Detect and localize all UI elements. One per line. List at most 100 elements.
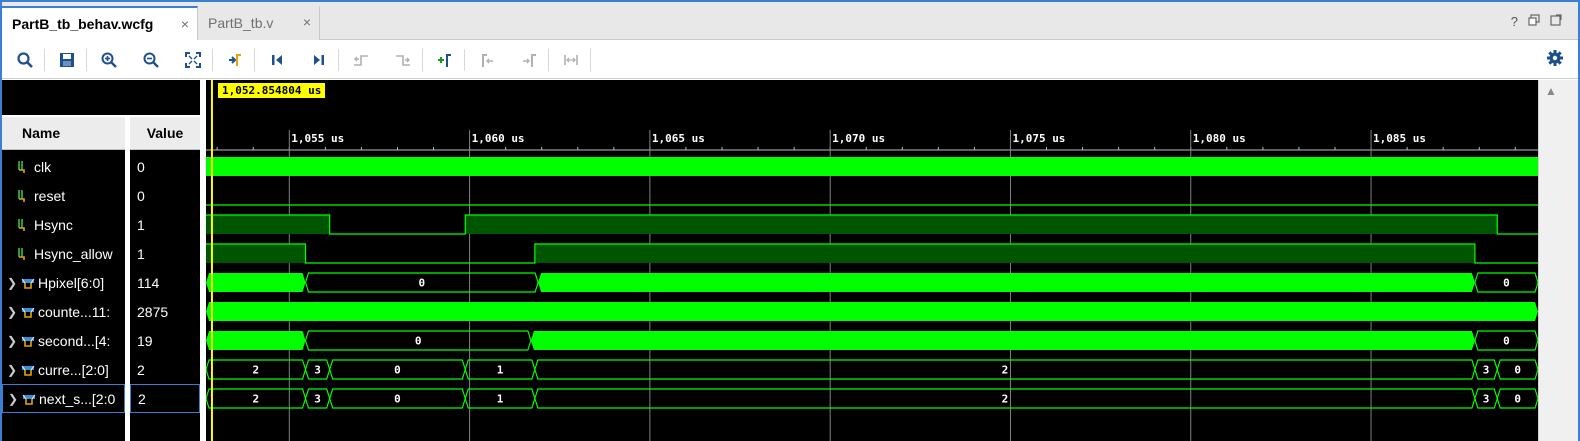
- bus-value-label: 2: [252, 364, 259, 377]
- cursor-time-label: 1,052.854804 us: [218, 83, 326, 98]
- previous-marker-icon[interactable]: [474, 48, 500, 72]
- panel-top-spacer: [2, 80, 202, 115]
- signal-value: 1: [137, 245, 145, 262]
- bus-value-label: 0: [1503, 277, 1510, 290]
- wave-curre-2-0-: 2 3 0 1 2 3 0: [206, 359, 1538, 380]
- tab-partb-tb-behav-wcfg[interactable]: PartB_tb_behav.wcfg ×: [2, 6, 198, 40]
- signal-row-second-4-[interactable]: ❯ second...[4:: [2, 326, 125, 355]
- signal-value: 0: [137, 187, 145, 204]
- bus-signal-icon: [21, 307, 35, 318]
- bit-signal-icon: [18, 189, 25, 202]
- signal-name: curre...[2:0]: [38, 361, 109, 378]
- close-icon[interactable]: ×: [181, 16, 189, 32]
- chevron-right-icon[interactable]: ❯: [4, 363, 20, 377]
- signal-name: next_s...[2:0: [39, 390, 116, 407]
- signal-row-hsync[interactable]: Hsync: [2, 210, 125, 239]
- time-tick-label: 1,075 us: [1012, 132, 1065, 145]
- bus-value-label: 0: [1514, 364, 1521, 377]
- tab-partb-tb-v[interactable]: PartB_tb.v ×: [198, 6, 320, 40]
- next-marker-icon[interactable]: [516, 48, 542, 72]
- help-icon[interactable]: ?: [1511, 14, 1518, 29]
- bus-dense-segment: [538, 273, 1475, 292]
- time-tick-label: 1,060 us: [472, 132, 525, 145]
- time-tick-label: 1,080 us: [1193, 132, 1246, 145]
- signal-name: second...[4:: [38, 332, 111, 349]
- maximize-icon[interactable]: [1550, 14, 1562, 29]
- dense-wave: [206, 157, 1538, 176]
- signal-name: counte...11:: [38, 303, 111, 320]
- bus-dense-segment: [206, 302, 1538, 321]
- wave-second-4-: 00: [206, 330, 1538, 351]
- waveform-area[interactable]: 1,055 us 1,060 us 1,065 us 1,070 us 1,075 us…: [206, 80, 1538, 441]
- signal-name: Hpixel[6:0]: [38, 274, 105, 291]
- go-to-time-zero-icon[interactable]: [264, 48, 290, 72]
- bus-value-label: 0: [394, 393, 401, 406]
- wave-clk: [206, 157, 1538, 176]
- wave-hpixel-6-0-: 00: [206, 272, 1538, 293]
- bit-signal-icon: [18, 218, 25, 231]
- swap-cursors-icon[interactable]: [558, 48, 584, 72]
- signal-value: 1: [137, 216, 145, 233]
- bus-value-label: 0: [415, 335, 422, 348]
- zoom-in-icon[interactable]: [96, 48, 122, 72]
- signal-row-clk[interactable]: clk: [2, 152, 125, 181]
- bus-value-label: 0: [394, 364, 401, 377]
- name-column-header[interactable]: Name: [2, 117, 125, 150]
- signal-name: Hsync: [34, 216, 73, 233]
- wave-high-fill: [465, 215, 1498, 234]
- close-icon[interactable]: ×: [303, 14, 311, 30]
- value-column-header[interactable]: Value: [130, 117, 200, 150]
- waveform-canvas[interactable]: 1,055 us 1,060 us 1,065 us 1,070 us 1,075 us…: [206, 80, 1538, 441]
- time-tick-label: 1,055 us: [291, 132, 344, 145]
- gear-icon[interactable]: [1546, 49, 1564, 70]
- wave-high-fill: [534, 244, 1475, 263]
- go-to-cursor-icon[interactable]: [222, 48, 248, 72]
- bus-signal-icon: [21, 365, 35, 376]
- signal-row-curre-2-0-[interactable]: ❯ curre...[2:0]: [2, 355, 125, 384]
- scroll-up-icon[interactable]: ▲: [1545, 84, 1557, 98]
- zoom-out-icon[interactable]: [138, 48, 164, 72]
- wave-hsync-allow: [206, 243, 1538, 264]
- add-marker-icon[interactable]: [432, 48, 458, 72]
- signal-value: 114: [137, 274, 160, 291]
- signal-value: 2: [137, 361, 145, 378]
- signal-value: 19: [137, 332, 153, 349]
- bus-signal-icon: [21, 278, 35, 289]
- signal-row-reset[interactable]: reset: [2, 181, 125, 210]
- zoom-fit-icon[interactable]: [180, 48, 206, 72]
- bus-dense-segment: [206, 273, 306, 292]
- wave-high-fill: [206, 244, 306, 263]
- chevron-right-icon[interactable]: ❯: [4, 334, 20, 348]
- signal-row-hsync-allow[interactable]: Hsync_allow: [2, 239, 125, 268]
- chevron-right-icon[interactable]: ❯: [4, 276, 20, 290]
- bus-value-label: 3: [314, 393, 321, 406]
- wave-counte-11-: [206, 302, 1538, 321]
- signal-name: Hsync_allow: [34, 245, 113, 262]
- bus-value-label: 3: [1483, 364, 1490, 377]
- signal-row-counte-11-[interactable]: ❯ counte...11:: [2, 297, 125, 326]
- signal-name-list: clk reset Hsync Hsync_allow ❯ Hpixel[6:0] ❯ cou…: [2, 150, 125, 441]
- signal-row-next-s-2-0[interactable]: ❯ next_s...[2:0: [2, 384, 125, 413]
- bus-value-label: 0: [1503, 335, 1510, 348]
- chevron-right-icon[interactable]: ❯: [5, 392, 21, 406]
- restore-icon[interactable]: [1528, 14, 1540, 29]
- next-transition-icon[interactable]: [390, 48, 416, 72]
- bus-value-label: 1: [497, 364, 504, 377]
- previous-transition-icon[interactable]: [348, 48, 374, 72]
- bit-signal-icon: [18, 247, 25, 260]
- wave-hsync: [206, 214, 1538, 235]
- bus-dense-segment: [530, 331, 1475, 350]
- search-icon[interactable]: [12, 48, 38, 72]
- save-icon[interactable]: [54, 48, 80, 72]
- time-tick-label: 1,065 us: [652, 132, 705, 145]
- chevron-right-icon[interactable]: ❯: [4, 305, 20, 319]
- vertical-scrollbar[interactable]: ▲: [1538, 80, 1578, 441]
- time-tick-label: 1,070 us: [832, 132, 885, 145]
- bus-signal-icon: [22, 394, 36, 405]
- signal-row-hpixel-6-0-[interactable]: ❯ Hpixel[6:0]: [2, 268, 125, 297]
- signal-value: 0: [137, 158, 145, 175]
- signal-value: 2875: [137, 303, 169, 320]
- bus-value-label: 2: [1002, 364, 1009, 377]
- go-to-last-time-icon[interactable]: [306, 48, 332, 72]
- tab-label: PartB_tb_behav.wcfg: [12, 16, 154, 32]
